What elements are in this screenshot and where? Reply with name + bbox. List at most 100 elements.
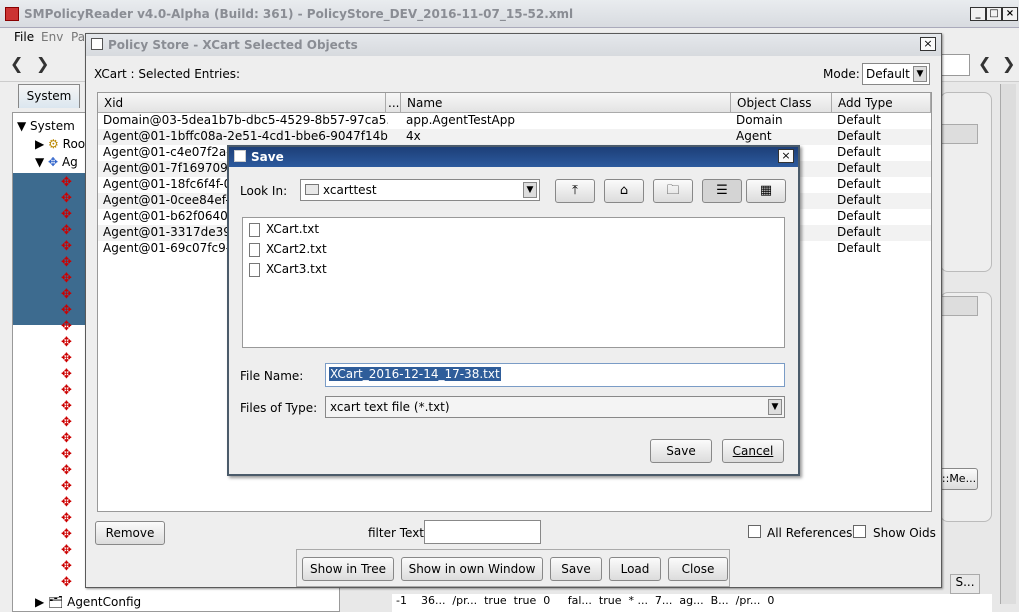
file-name-input[interactable]: XCart_2016-12-14_17-38.txt bbox=[325, 363, 785, 387]
nav-right-icon[interactable]: ❯ bbox=[1002, 54, 1015, 73]
col-header-object-class[interactable]: Object Class bbox=[731, 93, 832, 113]
maximize-icon[interactable]: □ bbox=[986, 7, 1002, 21]
save-confirm-button[interactable]: Save bbox=[650, 439, 712, 463]
show-in-own-window-button[interactable]: Show in own Window bbox=[401, 557, 543, 581]
me-button[interactable]: ::Me... bbox=[940, 468, 978, 490]
main-title-bar: SMPolicyReader v4.0-Alpha (Build: 361) -… bbox=[0, 0, 1019, 28]
right-frame-1 bbox=[940, 92, 992, 272]
show-in-tree-button[interactable]: Show in Tree bbox=[302, 557, 394, 581]
list-item[interactable]: XCart.txt bbox=[249, 222, 319, 240]
col-header-more[interactable]: ... bbox=[386, 93, 401, 113]
cell-type: Default bbox=[837, 193, 881, 207]
save-dialog-icon bbox=[234, 150, 246, 162]
table-row[interactable]: Agent@01-1bffc08a-2e51-4cd1-bbe6-9047f14… bbox=[98, 129, 931, 145]
cell-name: app.AgentTestApp bbox=[406, 113, 515, 127]
bottom-table-row[interactable]: -1 36... /pr... true true 0 fal... true … bbox=[392, 594, 992, 612]
look-in-dropdown-icon: ▼ bbox=[523, 182, 537, 198]
show-oids-label: Show Oids bbox=[873, 526, 936, 540]
cell-class: Domain bbox=[736, 113, 783, 127]
me-button-label: ::Me... bbox=[941, 472, 977, 485]
tree-item-agentconfig[interactable]: ▶ 🗂 AgentConfig bbox=[35, 595, 141, 611]
mode-select-value: Default bbox=[866, 67, 910, 81]
s-column-header-label: S... bbox=[955, 575, 975, 589]
col-header-name[interactable]: Name bbox=[401, 93, 731, 113]
right-scrollbar[interactable] bbox=[1000, 84, 1016, 604]
file-name-value: XCart_2016-12-14_17-38.txt bbox=[329, 367, 501, 381]
cell-class: Agent bbox=[736, 129, 772, 143]
files-of-type-value: xcart text file (*.txt) bbox=[330, 400, 450, 414]
files-of-type-label: Files of Type: bbox=[240, 401, 318, 415]
policy-dialog-title: Policy Store - XCart Selected Objects bbox=[108, 38, 358, 52]
list-item[interactable]: XCart3.txt bbox=[249, 262, 327, 280]
tree-root-label: System bbox=[30, 119, 75, 133]
col-header-add-type[interactable]: Add Type bbox=[832, 93, 931, 113]
filter-input[interactable] bbox=[424, 520, 541, 544]
tree-agent-icons[interactable]: ✥ ✥ ✥ ✥ ✥ ✥ ✥ ✥ ✥ ✥ ✥ ✥ ✥ ✥ ✥ ✥ ✥ ✥ ✥ ✥ ✥ ✥ ✥ ✥ ✥ ✥ bbox=[61, 175, 79, 593]
toolbar-search-field[interactable] bbox=[940, 54, 970, 76]
cell-type: Default bbox=[837, 113, 881, 127]
home-button[interactable]: ⌂ bbox=[604, 179, 644, 203]
save-dialog: Save × Look In: xcarttest ▼ ⤒ ⌂ 🗀 ☰ ▦ XC… bbox=[227, 145, 800, 476]
tab-system[interactable]: System bbox=[18, 84, 80, 108]
col-header-xid[interactable]: Xid bbox=[98, 93, 386, 113]
menu-env[interactable]: Env bbox=[41, 30, 63, 44]
filter-label: filter Text: bbox=[368, 526, 429, 540]
table-row[interactable]: Domain@03-5dea1b7b-dbc5-4529-8b57-97ca5.… bbox=[98, 113, 931, 129]
main-window-title: SMPolicyReader v4.0-Alpha (Build: 361) -… bbox=[24, 7, 574, 21]
tree-item-agents-label: Ag bbox=[61, 155, 78, 169]
policy-dialog-title-bar: Policy Store - XCart Selected Objects × bbox=[86, 34, 941, 56]
all-references-label: All References bbox=[767, 526, 853, 540]
file-list[interactable]: XCart.txt XCart2.txt XCart3.txt bbox=[242, 217, 785, 348]
policy-dialog-close-icon[interactable]: × bbox=[920, 37, 936, 51]
file-name: XCart2.txt bbox=[266, 242, 327, 256]
new-folder-button[interactable]: 🗀 bbox=[653, 179, 693, 203]
cell-xid: Agent@01-1bffc08a-2e51-4cd1-bbe6-9047f14… bbox=[103, 129, 388, 143]
look-in-select[interactable]: xcarttest ▼ bbox=[300, 179, 540, 201]
tab-system-label: System bbox=[26, 89, 72, 103]
app-icon bbox=[5, 7, 19, 21]
policy-dialog-icon bbox=[91, 38, 103, 50]
cell-type: Default bbox=[837, 161, 881, 175]
remove-button[interactable]: Remove bbox=[95, 521, 165, 545]
look-in-value: xcarttest bbox=[323, 183, 377, 197]
cell-type: Default bbox=[837, 129, 881, 143]
mode-label: Mode: bbox=[823, 67, 860, 81]
cell-type: Default bbox=[837, 225, 881, 239]
show-oids-checkbox[interactable] bbox=[853, 525, 866, 538]
menu-file[interactable]: File bbox=[14, 30, 34, 44]
right-header-strip-1 bbox=[940, 124, 978, 144]
mode-select[interactable]: Default ▼ bbox=[862, 63, 930, 85]
nav-left-icon[interactable]: ❮ bbox=[978, 54, 991, 73]
save-dialog-title-bar: Save × bbox=[229, 147, 798, 167]
list-view-button[interactable]: ☰ bbox=[702, 179, 742, 203]
file-icon bbox=[249, 222, 260, 237]
close-icon[interactable]: × bbox=[1002, 7, 1018, 21]
list-item[interactable]: XCart2.txt bbox=[249, 242, 327, 260]
save-dialog-close-icon[interactable]: × bbox=[778, 149, 794, 163]
s-column-header[interactable]: S... bbox=[950, 574, 980, 594]
forward-arrow-icon[interactable]: ❯ bbox=[36, 54, 49, 73]
close-button[interactable]: Close bbox=[668, 557, 728, 581]
tree-item-root[interactable]: ▶ ⚙ Roo bbox=[35, 137, 85, 153]
folder-icon bbox=[305, 184, 319, 195]
save-button[interactable]: Save bbox=[550, 557, 602, 581]
up-folder-button[interactable]: ⤒ bbox=[555, 179, 595, 203]
cell-type: Default bbox=[837, 145, 881, 159]
entries-label: XCart : Selected Entries: bbox=[94, 67, 241, 81]
files-of-type-select[interactable]: xcart text file (*.txt) ▼ bbox=[325, 396, 785, 418]
all-references-checkbox[interactable] bbox=[748, 525, 761, 538]
cell-xid: Domain@03-5dea1b7b-dbc5-4529-8b57-97ca5.… bbox=[103, 113, 388, 127]
save-dialog-title: Save bbox=[251, 150, 284, 164]
cancel-button[interactable]: Cancel bbox=[722, 439, 784, 463]
right-header-strip-2 bbox=[940, 296, 978, 316]
tree-item-root-label: Roo bbox=[62, 137, 86, 151]
cell-name: 4x bbox=[406, 129, 421, 143]
tree-root[interactable]: ▼ System bbox=[17, 119, 75, 135]
load-button[interactable]: Load bbox=[609, 557, 661, 581]
tree-item-agents[interactable]: ▼ ✥ Ag bbox=[35, 155, 78, 171]
menu-pa[interactable]: Pa bbox=[71, 30, 85, 44]
details-view-button[interactable]: ▦ bbox=[746, 179, 786, 203]
minimize-icon[interactable]: _ bbox=[970, 7, 986, 21]
cell-type: Default bbox=[837, 241, 881, 255]
back-arrow-icon[interactable]: ❮ bbox=[10, 54, 23, 73]
